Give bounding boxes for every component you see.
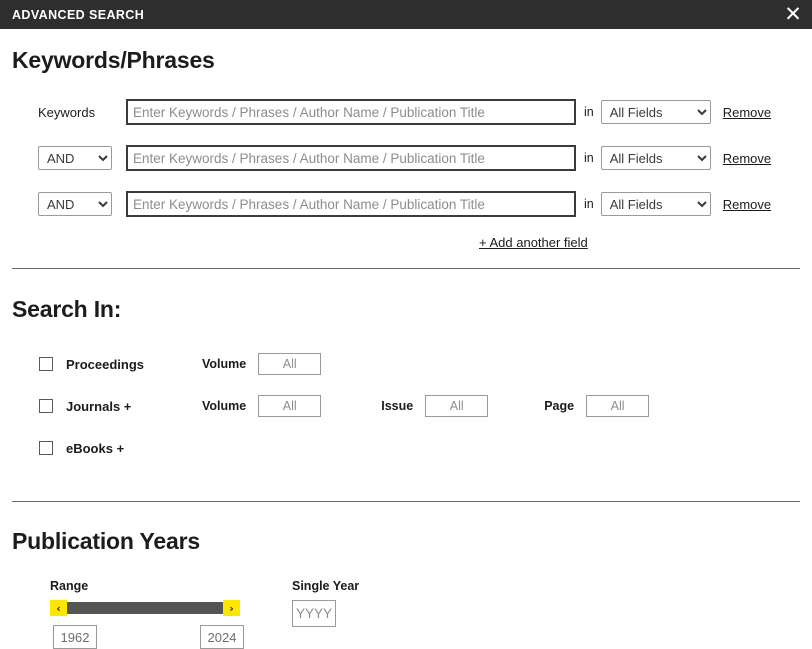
journals-issue-input[interactable]: [425, 395, 489, 417]
range-label: Range: [50, 579, 89, 593]
in-label: in: [584, 197, 594, 211]
keyword-row: Keywords in All Fields Remove: [12, 97, 800, 127]
journals-volume-input[interactable]: [258, 395, 322, 417]
boolean-operator-select[interactable]: AND: [38, 146, 112, 170]
keyword-row-lead: AND: [12, 192, 126, 216]
keywords-label: Keywords: [38, 104, 96, 120]
journals-volume-label: Volume: [202, 399, 247, 413]
keyword-row: AND in All Fields Remove: [12, 189, 800, 219]
search-in-row-journals: Journals + Volume Issue Page: [12, 393, 800, 419]
search-in-section: Search In: Proceedings Volume Journals +…: [0, 269, 812, 501]
single-year-column: Single Year: [282, 579, 359, 649]
in-label: in: [584, 105, 594, 119]
journals-checkbox-cell[interactable]: Journals +: [12, 399, 202, 414]
publication-years-heading: Publication Years: [12, 528, 200, 554]
in-label: in: [584, 151, 594, 165]
journals-checkbox[interactable]: [39, 399, 53, 413]
remove-field-link[interactable]: Remove: [723, 105, 771, 120]
boolean-operator-select[interactable]: AND: [38, 192, 112, 216]
keywords-input[interactable]: [126, 145, 576, 171]
keywords-section: Keywords/Phrases Keywords in All Fields …: [0, 29, 812, 250]
keyword-row: AND in All Fields Remove: [12, 143, 800, 173]
add-field-row: + Add another field: [12, 235, 800, 250]
close-icon[interactable]: ✕: [780, 2, 806, 28]
ebooks-checkbox-cell[interactable]: eBooks +: [12, 441, 202, 456]
journals-issue-group: Issue: [381, 395, 489, 417]
proceedings-checkbox[interactable]: [39, 357, 53, 371]
year-start-input[interactable]: [53, 625, 97, 649]
year-inputs-row: [50, 625, 244, 649]
journals-page-label: Page: [544, 399, 575, 413]
journals-page-input[interactable]: [586, 395, 650, 417]
ebooks-checkbox[interactable]: [39, 441, 53, 455]
search-in-row-proceedings: Proceedings Volume: [12, 351, 800, 377]
journals-issue-label: Issue: [381, 399, 414, 413]
slider-track[interactable]: [50, 602, 240, 614]
proceedings-checkbox-cell[interactable]: Proceedings: [12, 357, 202, 372]
journals-label: Journals +: [66, 398, 132, 414]
year-range-column: Range ‹ ›: [12, 579, 282, 649]
publication-years-section: Publication Years Range ‹ › Single Year: [0, 502, 812, 649]
add-another-field-link[interactable]: + Add another field: [479, 235, 588, 250]
ebooks-label: eBooks +: [66, 440, 125, 456]
keywords-heading: Keywords/Phrases: [12, 47, 215, 73]
field-scope-select[interactable]: All Fields: [600, 100, 711, 124]
keywords-input[interactable]: [126, 191, 576, 217]
keyword-row-lead: Keywords: [12, 105, 126, 120]
year-end-input[interactable]: [200, 625, 244, 649]
search-in-row-ebooks: eBooks +: [12, 435, 800, 461]
slider-handle-left[interactable]: ‹: [50, 600, 67, 616]
search-in-rows: Proceedings Volume Journals + Volume Iss…: [12, 351, 800, 461]
journals-page-group: Page: [544, 395, 650, 417]
field-scope-select[interactable]: All Fields: [600, 146, 711, 170]
keywords-input[interactable]: [126, 99, 576, 125]
remove-field-link[interactable]: Remove: [723, 197, 771, 212]
field-scope-select[interactable]: All Fields: [600, 192, 711, 216]
slider-handle-right[interactable]: ›: [223, 600, 240, 616]
single-year-input[interactable]: [292, 600, 336, 627]
year-range-slider[interactable]: ‹ ›: [50, 600, 240, 616]
dialog-titlebar: ADVANCED SEARCH ✕: [0, 0, 812, 29]
single-year-label: Single Year: [292, 579, 360, 593]
search-in-heading: Search In:: [12, 296, 122, 322]
publication-years-columns: Range ‹ › Single Year: [12, 579, 800, 649]
proceedings-label: Proceedings: [66, 356, 145, 372]
keyword-rows: Keywords in All Fields Remove AND in All…: [12, 97, 800, 219]
dialog-title: ADVANCED SEARCH: [12, 7, 145, 22]
keyword-row-lead: AND: [12, 146, 126, 170]
proceedings-volume-label: Volume: [202, 357, 247, 371]
remove-field-link[interactable]: Remove: [723, 151, 771, 166]
proceedings-volume-input[interactable]: [258, 353, 322, 375]
